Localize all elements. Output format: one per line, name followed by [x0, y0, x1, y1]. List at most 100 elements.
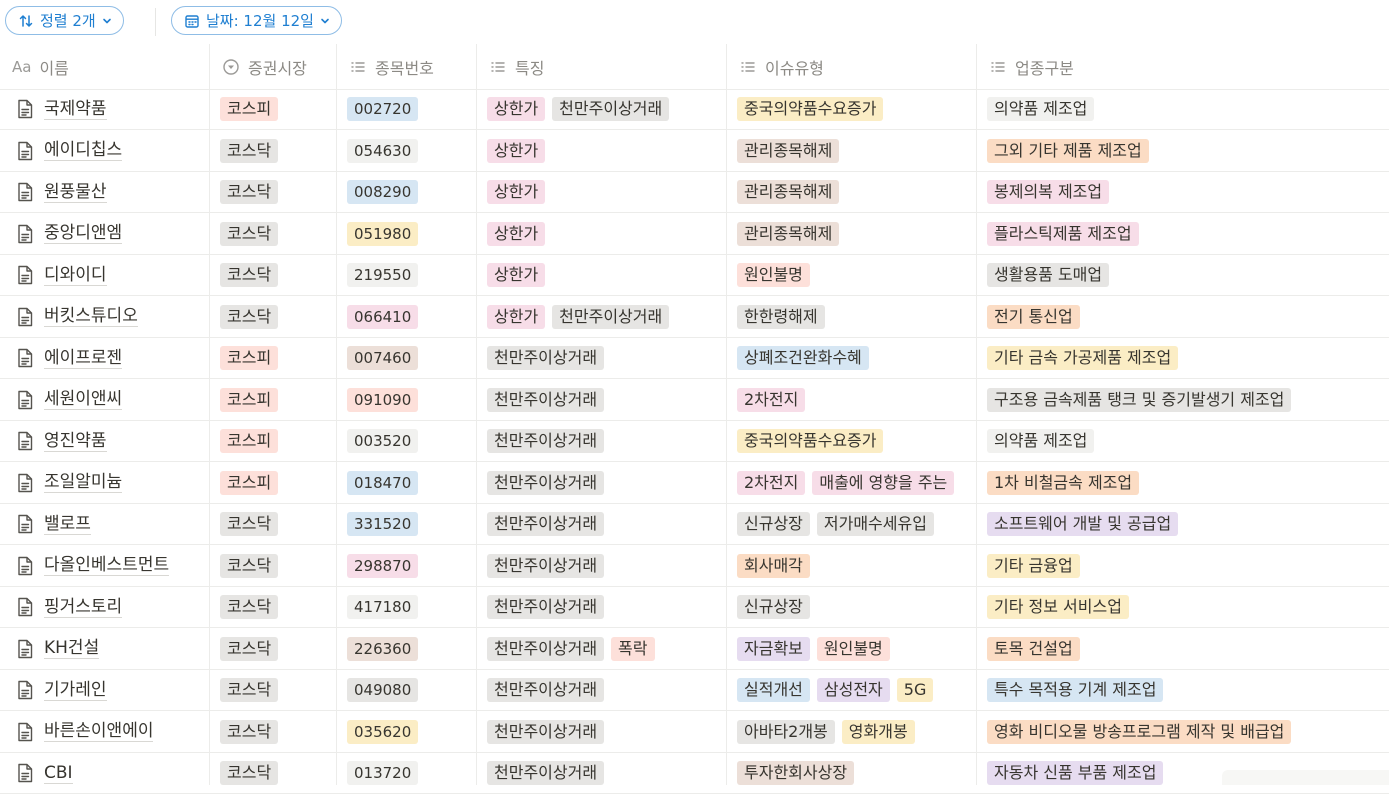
feature-cell[interactable]: 천만주이상거래: [477, 338, 727, 378]
feature-cell[interactable]: 천만주이상거래 폭락: [477, 629, 727, 669]
name-cell[interactable]: 에이디칩스: [0, 131, 210, 171]
name-cell[interactable]: 밸로프: [0, 504, 210, 544]
table-row[interactable]: 핑거스토리 코스닥 417180 천만주이상거래 신규상장 기타 정보 서비스업: [0, 587, 1389, 628]
issue-tag[interactable]: 관리종목해제: [737, 180, 840, 204]
feature-tag[interactable]: 폭락: [611, 636, 655, 661]
market-cell[interactable]: 코스피: [210, 89, 337, 129]
feature-tag[interactable]: 천만주이상거래: [487, 761, 605, 785]
issue-tag[interactable]: 영화개봉: [841, 719, 915, 744]
code-tag[interactable]: 054630: [347, 138, 419, 163]
feature-cell[interactable]: 천만주이상거래: [477, 753, 727, 793]
feature-cell[interactable]: 상한가: [477, 255, 727, 295]
market-tag[interactable]: 코스피: [220, 346, 279, 370]
issue-cell[interactable]: 신규상장 저가매수세유입: [727, 504, 977, 544]
market-cell[interactable]: 코스닥: [210, 214, 337, 254]
industry-cell[interactable]: 특수 목적용 기계 제조업: [977, 670, 1389, 710]
code-tag[interactable]: 018470: [347, 470, 419, 495]
code-cell[interactable]: 331520: [337, 504, 477, 544]
issue-cell[interactable]: 실적개선 삼성전자 5G: [727, 670, 977, 710]
market-tag[interactable]: 코스피: [220, 387, 279, 412]
code-tag[interactable]: 049080: [347, 678, 419, 702]
code-tag[interactable]: 003520: [347, 429, 419, 453]
feature-cell[interactable]: 상한가 천만주이상거래: [477, 89, 727, 129]
market-cell[interactable]: 코스피: [210, 380, 337, 420]
table-row[interactable]: 버킷스튜디오 코스닥 066410 상한가 천만주이상거래 한한령해제 전기 통신업: [0, 297, 1389, 338]
row-title[interactable]: 영진약품: [44, 431, 107, 452]
market-tag[interactable]: 코스닥: [220, 761, 279, 785]
industry-cell[interactable]: 기타 정보 서비스업: [977, 587, 1389, 627]
code-cell[interactable]: 007460: [337, 338, 477, 378]
issue-tag[interactable]: 원인불명: [816, 636, 890, 661]
industry-tag[interactable]: 그외 기타 제품 제조업: [987, 138, 1149, 163]
industry-cell[interactable]: 의약품 제조업: [977, 421, 1389, 461]
issue-tag[interactable]: 5G: [896, 678, 934, 702]
industry-tag[interactable]: 전기 통신업: [987, 304, 1080, 329]
issue-cell[interactable]: 관리종목해제: [727, 214, 977, 254]
issue-tag[interactable]: 한한령해제: [737, 304, 825, 329]
table-row[interactable]: 원풍물산 코스닥 008290 상한가 관리종목해제 봉제의복 제조업: [0, 172, 1389, 213]
feature-cell[interactable]: 상한가 천만주이상거래: [477, 297, 727, 337]
market-cell[interactable]: 코스닥: [210, 546, 337, 586]
feature-cell[interactable]: 천만주이상거래: [477, 546, 727, 586]
row-title[interactable]: 버킷스튜디오: [44, 306, 138, 327]
issue-tag[interactable]: 중국의약품수요증가: [737, 429, 884, 453]
code-cell[interactable]: 013720: [337, 753, 477, 793]
feature-tag[interactable]: 상한가: [487, 138, 546, 163]
feature-tag[interactable]: 상한가: [487, 97, 546, 121]
issue-cell[interactable]: 한한령해제: [727, 297, 977, 337]
market-cell[interactable]: 코스닥: [210, 504, 337, 544]
code-cell[interactable]: 417180: [337, 587, 477, 627]
table-row[interactable]: 국제약품 코스피 002720 상한가 천만주이상거래 중국의약품수요증가 의약품 제조업: [0, 89, 1389, 130]
industry-tag[interactable]: 구조용 금속제품 탱크 및 증기발생기 제조업: [987, 387, 1292, 412]
market-tag[interactable]: 코스닥: [220, 304, 279, 329]
feature-tag[interactable]: 천만주이상거래: [487, 553, 605, 578]
market-tag[interactable]: 코스닥: [220, 138, 279, 163]
code-tag[interactable]: 298870: [347, 553, 419, 578]
industry-tag[interactable]: 기타 금융업: [987, 553, 1080, 578]
feature-cell[interactable]: 천만주이상거래: [477, 712, 727, 752]
name-cell[interactable]: 조일알미늄: [0, 463, 210, 503]
issue-tag[interactable]: 신규상장: [737, 512, 810, 536]
feature-tag[interactable]: 천만주이상거래: [552, 97, 670, 121]
code-cell[interactable]: 003520: [337, 421, 477, 461]
row-title[interactable]: 조일알미늄: [44, 472, 123, 493]
industry-tag[interactable]: 토목 건설업: [987, 636, 1080, 661]
table-row[interactable]: 세원이앤씨 코스피 091090 천만주이상거래 2차전지 구조용 금속제품 탱크 및 증…: [0, 380, 1389, 421]
row-title[interactable]: 바른손이앤에이: [44, 721, 154, 742]
industry-cell[interactable]: 1차 비철금속 제조업: [977, 463, 1389, 503]
market-tag[interactable]: 코스닥: [220, 221, 279, 246]
table-row[interactable]: 조일알미늄 코스피 018470 천만주이상거래 2차전지 매출에 영향을 주는 1차 비철…: [0, 463, 1389, 504]
feature-tag[interactable]: 천만주이상거래: [487, 470, 605, 495]
code-cell[interactable]: 008290: [337, 172, 477, 212]
code-tag[interactable]: 417180: [347, 595, 419, 619]
industry-cell[interactable]: 영화 비디오물 방송프로그램 제작 및 배급업: [977, 712, 1389, 752]
code-tag[interactable]: 008290: [347, 180, 419, 204]
row-title[interactable]: 디와이디: [44, 265, 107, 286]
column-header-feature[interactable]: 특징: [477, 44, 727, 89]
industry-tag[interactable]: 생활용품 도매업: [987, 263, 1110, 287]
name-cell[interactable]: KH건설: [0, 629, 210, 669]
name-cell[interactable]: 기가레인: [0, 670, 210, 710]
feature-cell[interactable]: 상한가: [477, 172, 727, 212]
industry-tag[interactable]: 기타 금속 가공제품 제조업: [987, 346, 1179, 370]
market-cell[interactable]: 코스피: [210, 463, 337, 503]
issue-tag[interactable]: 관리종목해제: [737, 221, 840, 246]
industry-cell[interactable]: 의약품 제조업: [977, 89, 1389, 129]
row-title[interactable]: 밸로프: [44, 514, 91, 535]
name-cell[interactable]: 버킷스튜디오: [0, 297, 210, 337]
market-cell[interactable]: 코스닥: [210, 753, 337, 793]
industry-tag[interactable]: 기타 정보 서비스업: [987, 595, 1129, 619]
name-cell[interactable]: 원풍물산: [0, 172, 210, 212]
market-tag[interactable]: 코스피: [220, 429, 279, 453]
issue-tag[interactable]: 2차전지: [737, 387, 806, 412]
code-cell[interactable]: 066410: [337, 297, 477, 337]
date-filter-button[interactable]: 날짜: 12월 12일: [171, 6, 342, 35]
code-cell[interactable]: 219550: [337, 255, 477, 295]
industry-tag[interactable]: 의약품 제조업: [987, 97, 1095, 121]
industry-tag[interactable]: 자동차 신품 부품 제조업: [987, 761, 1164, 785]
issue-tag[interactable]: 삼성전자: [816, 678, 890, 702]
issue-tag[interactable]: 신규상장: [737, 595, 810, 619]
table-row[interactable]: 밸로프 코스닥 331520 천만주이상거래 신규상장 저가매수세유입 소프트웨어 개발 및…: [0, 504, 1389, 545]
industry-cell[interactable]: 기타 금융업: [977, 546, 1389, 586]
industry-cell[interactable]: 봉제의복 제조업: [977, 172, 1389, 212]
